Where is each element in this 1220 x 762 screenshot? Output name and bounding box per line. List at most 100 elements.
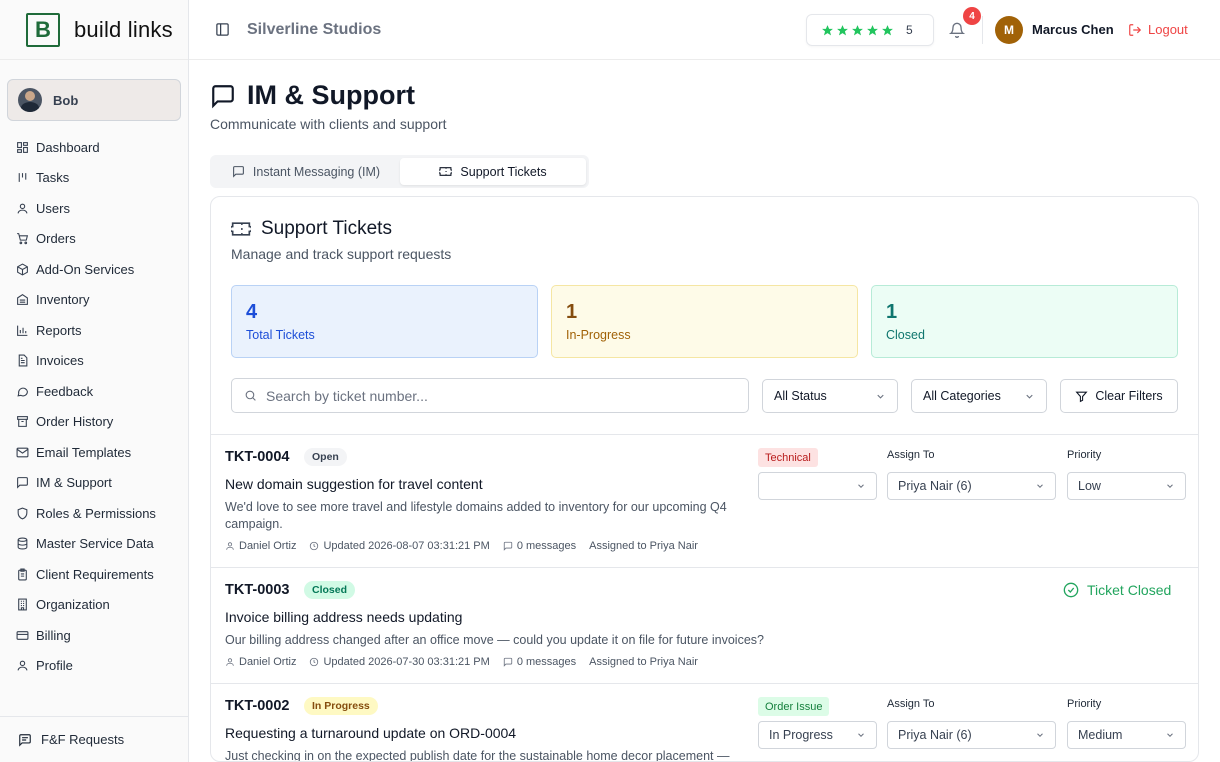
brand[interactable]: B build links (0, 0, 188, 60)
sidebar-nav: Dashboard Tasks Users Orders Add-On Serv… (0, 132, 189, 681)
sidebar-item-im-support[interactable]: IM & Support (0, 468, 189, 499)
ticket-row[interactable]: TKT-0004 Open New domain suggestion for … (211, 434, 1198, 567)
ticket-meta: Daniel Ortiz Updated 2026-07-30 03:31:21… (225, 656, 711, 668)
tab-support-tickets[interactable]: Support Tickets (400, 158, 586, 185)
message-icon (16, 476, 29, 489)
sidebar-item-client-requirements[interactable]: Client Requirements (0, 559, 189, 590)
sidebar-item-label: Order History (36, 414, 114, 430)
search-input[interactable] (266, 387, 726, 404)
priority-label: Priority (1067, 449, 1102, 461)
logout-button[interactable]: Logout (1128, 22, 1188, 37)
tabs: Instant Messaging (IM) Support Tickets (210, 155, 589, 188)
assign-to-select[interactable]: Priya Nair (6) (887, 721, 1056, 749)
sidebar-item-label: Users (36, 200, 70, 216)
sidebar-item-label: Email Templates (36, 444, 132, 460)
page-title-row: IM & Support (210, 80, 415, 111)
sidebar-item-orders[interactable]: Orders (0, 224, 189, 255)
credit-card-icon (16, 629, 29, 642)
sidebar-item-add-on-services[interactable]: Add-On Services (0, 254, 189, 285)
message-icon (232, 165, 245, 178)
ticket-row[interactable]: TKT-0003 Closed Invoice billing address … (211, 567, 1198, 683)
assign-to-value: Priya Nair (6) (898, 728, 972, 742)
stat-value: 4 (246, 301, 258, 323)
package-icon (16, 263, 29, 276)
sidebar-item-master-service-data[interactable]: Master Service Data (0, 529, 189, 560)
chevron-down-icon (856, 730, 866, 740)
sidebar-item-users[interactable]: Users (0, 193, 189, 224)
tab-label: Instant Messaging (IM) (252, 164, 381, 179)
updated-time: Updated 2026-07-30 03:31:21 PM (323, 656, 490, 668)
grid-icon (16, 141, 29, 154)
ff-requests-button[interactable]: F&F Requests (0, 716, 189, 762)
user-switcher[interactable]: Bob (7, 79, 181, 121)
ticket-status-select[interactable]: In Progress (758, 721, 877, 749)
sidebar-item-roles-permissions[interactable]: Roles & Permissions (0, 498, 189, 529)
ticket-closed-label: Ticket Closed (1087, 582, 1172, 598)
sidebar-item-order-history[interactable]: Order History (0, 407, 189, 438)
sidebar-item-organization[interactable]: Organization (0, 590, 189, 621)
status-badge: Closed (304, 581, 356, 599)
ticket-meta: Daniel Ortiz Updated 2026-08-07 03:31:21… (225, 540, 711, 552)
sidebar-item-dashboard[interactable]: Dashboard (0, 132, 189, 163)
card-title: Support Tickets (261, 218, 392, 239)
ticket-search (231, 378, 749, 413)
assign-to-label: Assign To (887, 698, 935, 710)
building-icon (16, 598, 29, 611)
card-subtitle: Manage and track support requests (231, 246, 452, 262)
rating-widget[interactable]: 5 (806, 14, 934, 46)
sidebar-item-feedback[interactable]: Feedback (0, 376, 189, 407)
clock-icon (309, 541, 319, 551)
sidebar-item-tasks[interactable]: Tasks (0, 163, 189, 194)
priority-value: Medium (1078, 728, 1123, 742)
sidebar-item-label: Client Requirements (36, 566, 154, 582)
ticket-id: TKT-0004 (225, 449, 290, 465)
ticket-status-select[interactable] (758, 472, 877, 500)
sidebar-item-label: Feedback (36, 383, 94, 399)
sidebar-item-inventory[interactable]: Inventory (0, 285, 189, 316)
avatar[interactable]: M (995, 16, 1023, 44)
stat-label: Closed (886, 328, 925, 342)
sidebar-item-label: Tasks (36, 170, 70, 186)
sidebar-item-profile[interactable]: Profile (0, 651, 189, 682)
message-count: 0 messages (516, 540, 577, 552)
sidebar-item-billing[interactable]: Billing (0, 620, 189, 651)
clear-filters-label: Clear Filters (1095, 389, 1163, 403)
header-user-name[interactable]: Marcus Chen (1032, 22, 1114, 37)
ticket-id: TKT-0003 (225, 582, 290, 598)
tab-instant-messaging[interactable]: Instant Messaging (IM) (213, 158, 399, 185)
priority-value: Low (1078, 479, 1101, 493)
priority-select[interactable]: Low (1067, 472, 1186, 500)
clear-filters-button[interactable]: Clear Filters (1060, 379, 1178, 413)
ticket-messages: 0 messages (503, 540, 576, 552)
clock-icon (309, 657, 319, 667)
ticket-assigned: Assigned to Priya Nair (589, 656, 698, 668)
priority-select[interactable]: Medium (1067, 721, 1186, 749)
stat-in-progress: 1 In-Progress (551, 285, 858, 358)
sidebar-item-invoices[interactable]: Invoices (0, 346, 189, 377)
status-filter-select[interactable]: All Status (762, 379, 898, 413)
star-icon (866, 24, 879, 37)
ticket-icon (231, 219, 251, 239)
assign-to-select[interactable]: Priya Nair (6) (887, 472, 1056, 500)
sidebar-item-reports[interactable]: Reports (0, 315, 189, 346)
bell-icon[interactable] (949, 22, 965, 38)
ticket-description: Just checking in on the expected publish… (225, 749, 730, 762)
ticket-description: Our billing address changed after an off… (225, 633, 764, 647)
sidebar-toggle-icon[interactable] (215, 22, 230, 37)
category-filter-select[interactable]: All Categories (911, 379, 1047, 413)
brand-logo: B (26, 12, 60, 47)
sidebar-item-label: Add-On Services (36, 261, 135, 277)
feedback-icon (16, 385, 29, 398)
sidebar-item-label: Invoices (36, 353, 84, 369)
shield-icon (16, 507, 29, 520)
user-icon (16, 202, 29, 215)
invoice-icon (16, 354, 29, 367)
sidebar-item-label: Billing (36, 627, 71, 643)
sidebar-item-email-templates[interactable]: Email Templates (0, 437, 189, 468)
card-title-row: Support Tickets (231, 218, 392, 240)
ticket-row[interactable]: TKT-0002 In Progress Requesting a turnar… (211, 683, 1198, 762)
ticket-updated: Updated 2026-08-07 03:31:21 PM (309, 540, 490, 552)
stat-value: 1 (886, 301, 898, 323)
sidebar-item-label: Reports (36, 322, 82, 338)
sidebar: B build links Bob Dashboard Tasks Users … (0, 0, 189, 762)
